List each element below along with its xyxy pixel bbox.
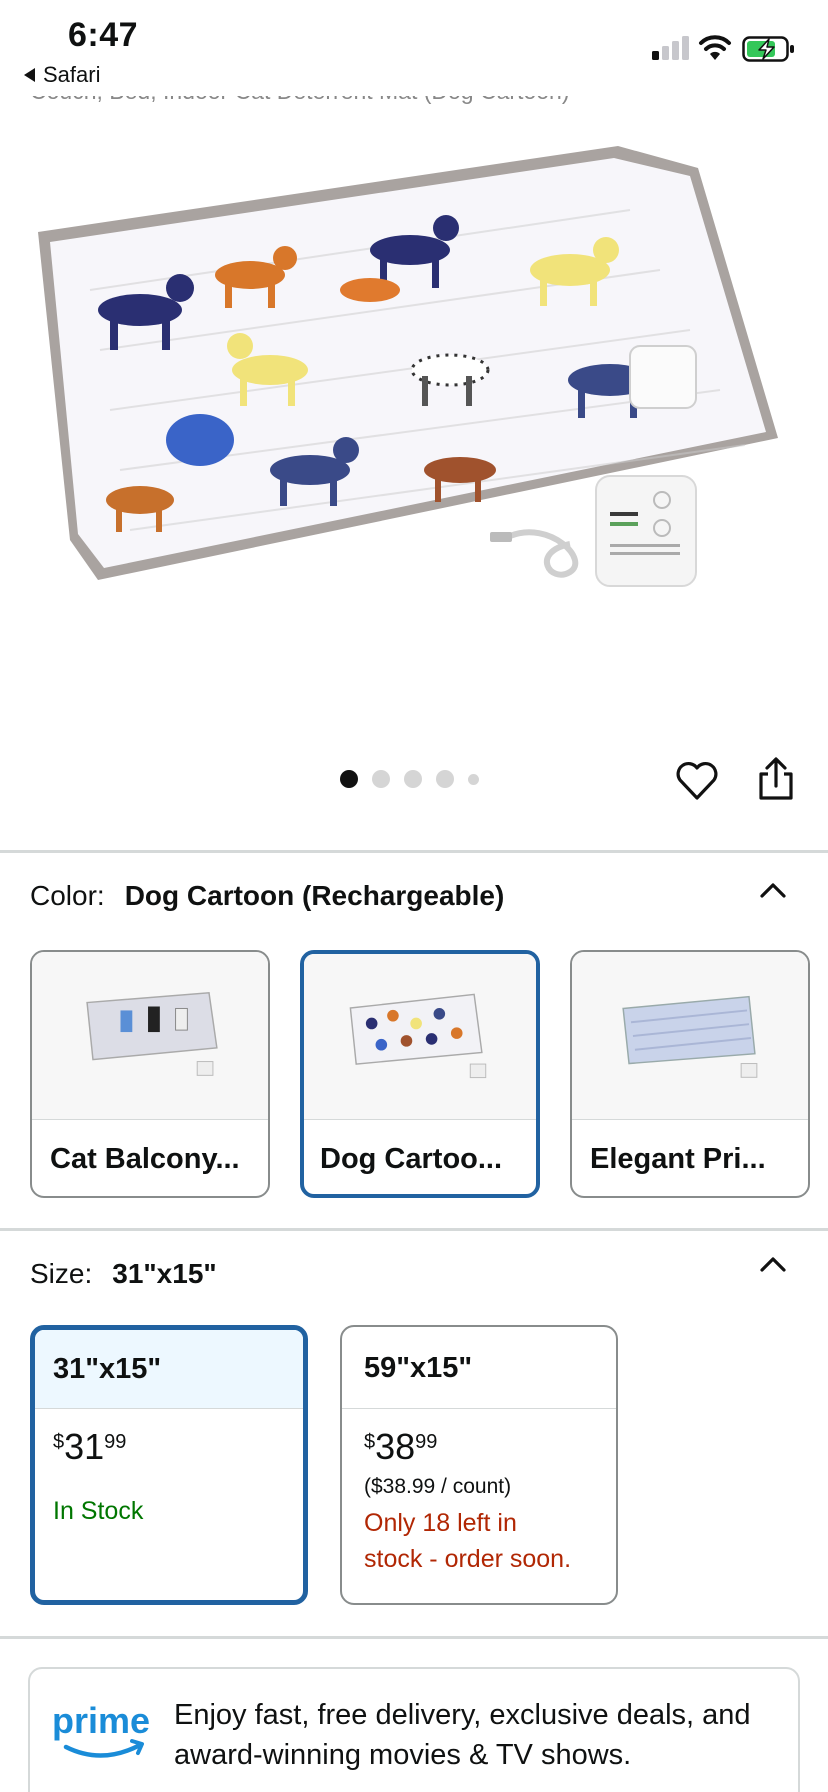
color-option-thumbnail [32,952,268,1120]
availability-status: In Stock [53,1497,144,1525]
back-arrow-icon [24,68,35,82]
size-option-name: 31"x15" [35,1330,303,1409]
prime-promo-text: Enjoy fast, free delivery, exclusive dea… [174,1699,751,1771]
clock: 6:47 [68,16,139,54]
color-label: Color: [30,880,105,911]
prime-promo-banner[interactable]: prime Enjoy fast, free delivery, exclusi… [28,1667,800,1792]
color-option-label: Dog Cartoo... [320,1143,503,1175]
size-label: Size: [30,1258,93,1289]
divider [0,1228,828,1231]
color-option-label: Cat Balcony... [50,1143,240,1175]
back-app-label: Safari [43,62,101,87]
collapse-size-chevron-icon[interactable] [758,1250,788,1280]
wifi-icon [699,35,731,60]
availability-status: Only 18 left in stock - order soon. [364,1509,572,1573]
carousel-dot[interactable] [436,770,454,788]
color-option-cat-balcony[interactable]: Cat Balcony... [30,950,270,1198]
color-selector-label: Color: Dog Cartoon (Rechargeable) [30,880,504,912]
image-carousel-indicator[interactable] [340,770,479,788]
collapse-color-chevron-icon[interactable] [758,876,788,906]
size-selector-label: Size: 31"x15" [30,1258,217,1290]
size-option-price: $ 31 99 [53,1426,127,1467]
carousel-dot[interactable] [372,770,390,788]
carousel-dot[interactable] [340,770,358,788]
color-option-thumbnail [304,954,536,1120]
battery-charging-icon [742,36,794,62]
color-option-label: Elegant Pri... [590,1143,766,1175]
carousel-dot[interactable] [404,770,422,788]
color-option-dog-cartoon[interactable]: Dog Cartoo... [300,950,540,1198]
status-bar: 6:47 Safari [0,0,828,96]
back-to-safari-link[interactable]: Safari [24,62,100,88]
svg-text:prime: prime [52,1700,150,1741]
divider [0,850,828,853]
selected-size-value: 31"x15" [112,1258,217,1289]
share-icon[interactable] [756,756,796,802]
size-option-price: $ 38 99 [364,1426,438,1467]
color-option-thumbnail [572,952,808,1120]
carousel-dot[interactable] [468,773,479,785]
unit-price: ($38.99 / count) [364,1475,512,1498]
size-option-59x15[interactable]: 59"x15" $ 38 99 ($38.99 / count) Only 18… [340,1325,618,1605]
selected-color-value: Dog Cartoon (Rechargeable) [124,880,505,911]
prime-logo-icon: prime [52,1700,150,1758]
color-option-elegant-print[interactable]: Elegant Pri... [570,950,810,1198]
product-image[interactable] [30,140,810,660]
size-option-31x15[interactable]: 31"x15" $ 31 99 In Stock [30,1325,308,1605]
size-option-name: 59"x15" [342,1327,616,1409]
divider [0,1636,828,1639]
heart-icon[interactable] [674,758,720,804]
signal-icon [652,36,689,60]
